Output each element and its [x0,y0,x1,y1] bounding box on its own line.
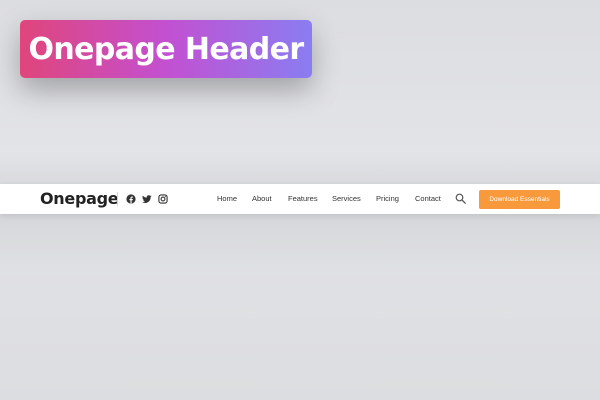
header-divider [117,192,118,206]
nav-contact[interactable]: Contact [415,193,441,205]
nav-pricing[interactable]: Pricing [376,193,399,205]
nav-features[interactable]: Features [288,193,318,205]
background-shade-top [0,150,600,184]
banner-title: Onepage Header [28,31,304,67]
title-banner: Onepage Header [20,20,312,78]
instagram-icon[interactable] [158,194,168,204]
nav-services[interactable]: Services [332,193,361,205]
search-icon[interactable] [455,193,466,204]
background-shade-bottom [0,214,600,274]
download-essentials-button[interactable]: Download Essentials [479,190,560,209]
nav-home[interactable]: Home [217,193,237,205]
facebook-icon[interactable] [126,194,136,204]
twitter-icon[interactable] [142,194,152,204]
logo[interactable]: Onepage [40,189,119,209]
site-header: Onepage Home About Features Services Pri… [0,184,600,214]
nav-about[interactable]: About [252,193,272,205]
